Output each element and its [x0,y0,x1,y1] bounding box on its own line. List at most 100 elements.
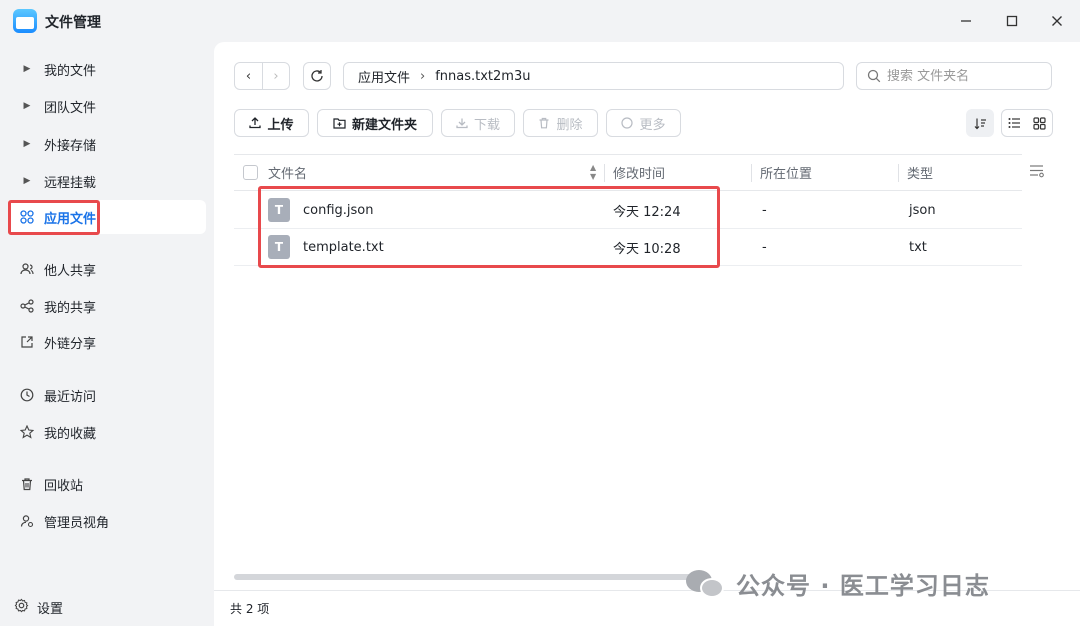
item-count: 共 2 项 [230,602,270,616]
minimize-button[interactable] [955,10,977,32]
table-row[interactable]: T template.txt 今天 10:28 - txt [234,229,1022,266]
settings-label: 设置 [37,601,64,617]
file-location: - [762,239,767,255]
sidebar-item-external-storage[interactable]: ▶ 外接存储 [8,127,206,161]
column-divider[interactable] [604,164,605,182]
app-logo-icon [13,9,37,33]
file-type: txt [909,239,927,255]
file-modified: 今天 10:28 [613,241,681,257]
sidebar-item-label: 外接存储 [44,138,97,154]
sidebar-item-shared-with-me[interactable]: 他人共享 [8,252,206,286]
chevron-right-icon: › [273,68,279,84]
chevron-left-icon: ‹ [245,68,252,84]
caret-right-icon: ▶ [23,101,31,111]
file-name: template.txt [303,239,384,255]
sort-button[interactable] [966,109,994,137]
watermark-text: 公众号 · 医工学习日志 [736,572,990,600]
sidebar-item-admin-view[interactable]: 管理员视角 [8,504,206,538]
forward-button[interactable]: › [262,63,289,89]
column-header-type[interactable]: 类型 [907,155,933,190]
sidebar-item-link-shares[interactable]: 外链分享 [8,325,206,359]
horizontal-scrollbar[interactable] [234,574,704,580]
new-folder-label: 新建文件夹 [351,117,417,133]
download-icon [456,118,468,129]
sidebar-item-label: 我的收藏 [44,426,97,442]
column-divider[interactable] [751,164,752,182]
file-name: config.json [303,202,374,218]
file-manager-window: 文件管理 ▶ 我的文件 ▶ 团队文件 ▶ 外接存储 ▶ 远程挂载 应用文件 他人… [0,0,1080,626]
users-icon [18,260,36,278]
maximize-button[interactable] [1001,10,1023,32]
download-button[interactable]: 下载 [441,109,515,137]
title-bar: 文件管理 [0,0,1080,42]
sort-arrows-icon[interactable]: ▲ ▼ [590,163,596,181]
sidebar-item-favorites[interactable]: 我的收藏 [8,415,206,449]
apps-grid-icon [18,208,36,226]
column-header-modified[interactable]: 修改时间 [613,155,665,190]
caret-right-icon: ▶ [23,139,31,149]
more-button[interactable]: 更多 [606,109,681,137]
sidebar: ▶ 我的文件 ▶ 团队文件 ▶ 外接存储 ▶ 远程挂载 应用文件 他人共享 我的… [0,42,214,626]
search-box [856,62,1052,90]
window-title: 文件管理 [45,15,101,31]
sidebar-item-remote-mount[interactable]: ▶ 远程挂载 [8,164,206,198]
file-type: json [909,202,936,218]
back-button[interactable]: ‹ [235,63,262,89]
list-view-button[interactable] [1002,110,1027,136]
delete-button[interactable]: 删除 [523,109,598,137]
caret-right-icon: ▶ [23,176,31,186]
search-input[interactable] [887,68,1037,84]
table-header: 文件名 ▲ ▼ 修改时间 所在位置 类型 [234,154,1022,191]
column-header-name[interactable]: 文件名 [268,155,307,190]
sidebar-item-recent[interactable]: 最近访问 [8,378,206,412]
new-folder-button[interactable]: 新建文件夹 [317,109,433,137]
download-label: 下载 [473,117,500,133]
sidebar-item-my-shares[interactable]: 我的共享 [8,289,206,323]
sidebar-item-label: 应用文件 [44,211,97,227]
clock-icon [18,386,36,404]
sidebar-item-label: 外链分享 [44,336,97,352]
more-circle-icon [621,117,634,129]
file-location: - [762,202,767,218]
star-icon [18,423,36,441]
sidebar-item-my-files[interactable]: ▶ 我的文件 [8,52,206,86]
sidebar-item-label: 最近访问 [44,389,97,405]
folder-plus-icon [333,118,346,129]
share-icon [18,297,36,315]
sidebar-item-settings[interactable]: 设置 [8,590,63,624]
breadcrumb-current[interactable]: fnnas.txt2m3u [435,69,530,84]
column-divider[interactable] [898,164,899,182]
sidebar-item-app-files[interactable]: 应用文件 [8,200,206,234]
delete-label: 删除 [556,117,583,133]
text-file-icon: T [268,198,290,222]
sidebar-item-label: 远程挂载 [44,175,97,191]
grid-view-button[interactable] [1027,110,1052,136]
sidebar-item-label: 他人共享 [44,263,97,279]
select-all-checkbox[interactable] [243,165,258,180]
column-settings-icon [1030,165,1044,178]
refresh-button[interactable] [303,62,331,90]
sort-desc-icon [974,118,986,129]
close-button[interactable] [1046,10,1068,32]
more-label: 更多 [639,117,666,133]
column-settings-button[interactable] [1029,164,1045,182]
gear-icon [14,598,29,617]
sidebar-item-team-files[interactable]: ▶ 团队文件 [8,89,206,123]
sidebar-item-label: 团队文件 [44,100,97,116]
breadcrumb-root[interactable]: 应用文件 [358,67,410,86]
upload-icon [249,117,262,129]
refresh-icon [311,70,323,82]
file-modified: 今天 12:24 [613,204,681,220]
maximize-icon [1006,15,1018,27]
wechat-icon [686,568,726,600]
caret-right-icon: ▶ [23,64,31,74]
sidebar-item-recycle-bin[interactable]: 回收站 [8,467,206,501]
upload-button[interactable]: 上传 [234,109,309,137]
external-link-icon [18,333,36,351]
sidebar-item-label: 我的共享 [44,300,97,316]
breadcrumb[interactable]: 应用文件 › fnnas.txt2m3u [343,62,844,90]
column-header-location[interactable]: 所在位置 [760,155,812,190]
table-row[interactable]: T config.json 今天 12:24 - json [234,192,1022,229]
view-toggle [1001,109,1053,137]
text-file-icon: T [268,235,290,259]
